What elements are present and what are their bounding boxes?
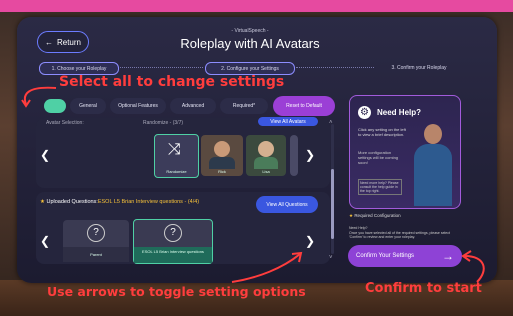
- required-config-label: ★ Required Configuration: [349, 213, 401, 219]
- confirm-label: Confirm Your Settings: [356, 253, 415, 259]
- step-3[interactable]: 3. Confirm your Roleplay: [377, 62, 461, 73]
- required-text: Required Configuration: [354, 213, 401, 218]
- tab-required[interactable]: Required*: [220, 98, 268, 114]
- questions-label: Uploaded Questions:: [46, 199, 98, 205]
- question-prev-arrow[interactable]: ❮: [40, 234, 50, 248]
- question-mark-icon: ?: [164, 224, 182, 242]
- help-panel: ⚙ Need Help? Click any setting on the le…: [349, 95, 461, 209]
- annotation-arrow: [461, 250, 485, 283]
- scroll-thumb[interactable]: [331, 169, 334, 239]
- gear-icon: ⚙: [358, 106, 371, 119]
- confirm-help-text: Need Help? Once you have selected all of…: [349, 226, 450, 239]
- question-card-label: Parent: [90, 252, 102, 257]
- view-all-questions-button[interactable]: View All Questions: [256, 196, 318, 213]
- page-title: Roleplay with AI Avatars: [180, 36, 320, 51]
- guide-avatar: [412, 118, 454, 206]
- avatar-card-lisa[interactable]: Lisa: [246, 135, 286, 176]
- avatar-section-value: Randomize - (3/7): [143, 120, 184, 126]
- avatar-body: [254, 157, 278, 169]
- guide-body: [414, 144, 452, 206]
- avatar-card-label: Randomize: [166, 169, 187, 174]
- required-star-icon: ★: [349, 213, 354, 218]
- tab-advanced[interactable]: Advanced: [170, 98, 216, 114]
- help-title: Need Help?: [377, 108, 422, 117]
- avatar-body: [209, 157, 235, 169]
- avatar-card-label: Rick: [218, 169, 226, 174]
- annotation-select-all: Select all to change settings: [59, 74, 285, 90]
- question-card-esol[interactable]: ? ESOL L5 Brian Interview questions: [133, 219, 213, 264]
- question-card-label: ESOL L5 Brian Interview questions: [142, 249, 204, 254]
- questions-value: ESOL L5 Brian Interview questions - (4/4…: [97, 199, 200, 205]
- arrow-right-icon: →: [442, 249, 454, 263]
- required-star-icon: ★: [40, 199, 45, 205]
- top-banner: [0, 0, 513, 12]
- avatar-card-randomize[interactable]: ⤨ Randomize: [154, 134, 199, 178]
- step-divider: [296, 67, 374, 69]
- avatar-face: [258, 141, 274, 157]
- brand-subtitle: - VirtualSpeech -: [231, 28, 269, 34]
- help-tip: Need more help? Please consult the help …: [358, 179, 402, 195]
- back-arrow-icon: ←: [44, 37, 53, 47]
- help-body: Click any setting on the left to view a …: [358, 127, 406, 137]
- avatar-prev-arrow[interactable]: ❮: [40, 148, 50, 162]
- avatar-next-arrow[interactable]: ❯: [305, 148, 315, 162]
- reset-default-button[interactable]: Reset to Default: [273, 96, 335, 116]
- avatar-section-label: Avatar Selection:: [46, 120, 84, 126]
- questions-header: ★ Uploaded Questions:ESOL L5 Brian Inter…: [40, 199, 199, 205]
- tab-general[interactable]: General: [70, 98, 106, 114]
- question-next-arrow[interactable]: ❯: [305, 234, 315, 248]
- view-all-avatars-button[interactable]: View All Avatars: [258, 117, 318, 126]
- avatar-card-partial[interactable]: [290, 135, 298, 176]
- scrollbar[interactable]: [331, 124, 334, 254]
- return-label: Return: [56, 37, 81, 47]
- shuffle-icon: ⤨: [168, 141, 181, 158]
- avatar-face: [214, 141, 230, 157]
- step-divider: [120, 67, 203, 69]
- confirm-settings-button[interactable]: Confirm Your Settings →: [348, 245, 462, 267]
- help-note: More configuration settings will be comi…: [358, 150, 399, 165]
- scroll-up-icon[interactable]: ˄: [329, 120, 333, 126]
- question-card-parent[interactable]: ? Parent: [63, 220, 129, 262]
- tab-optional-features[interactable]: Optional Features: [110, 98, 166, 114]
- annotation-arrow: [231, 251, 303, 283]
- question-mark-icon: ?: [87, 224, 105, 242]
- annotation-arrows: Use arrows to toggle setting options: [47, 284, 306, 299]
- tab-select-all[interactable]: [44, 99, 66, 113]
- scroll-down-icon[interactable]: ˅: [329, 255, 333, 261]
- return-button[interactable]: ← Return: [37, 31, 89, 53]
- guide-face: [424, 124, 442, 144]
- avatar-card-label: Lisa: [262, 169, 270, 174]
- avatar-card-rick[interactable]: Rick: [201, 135, 243, 176]
- annotation-confirm: Confirm to start: [365, 281, 482, 296]
